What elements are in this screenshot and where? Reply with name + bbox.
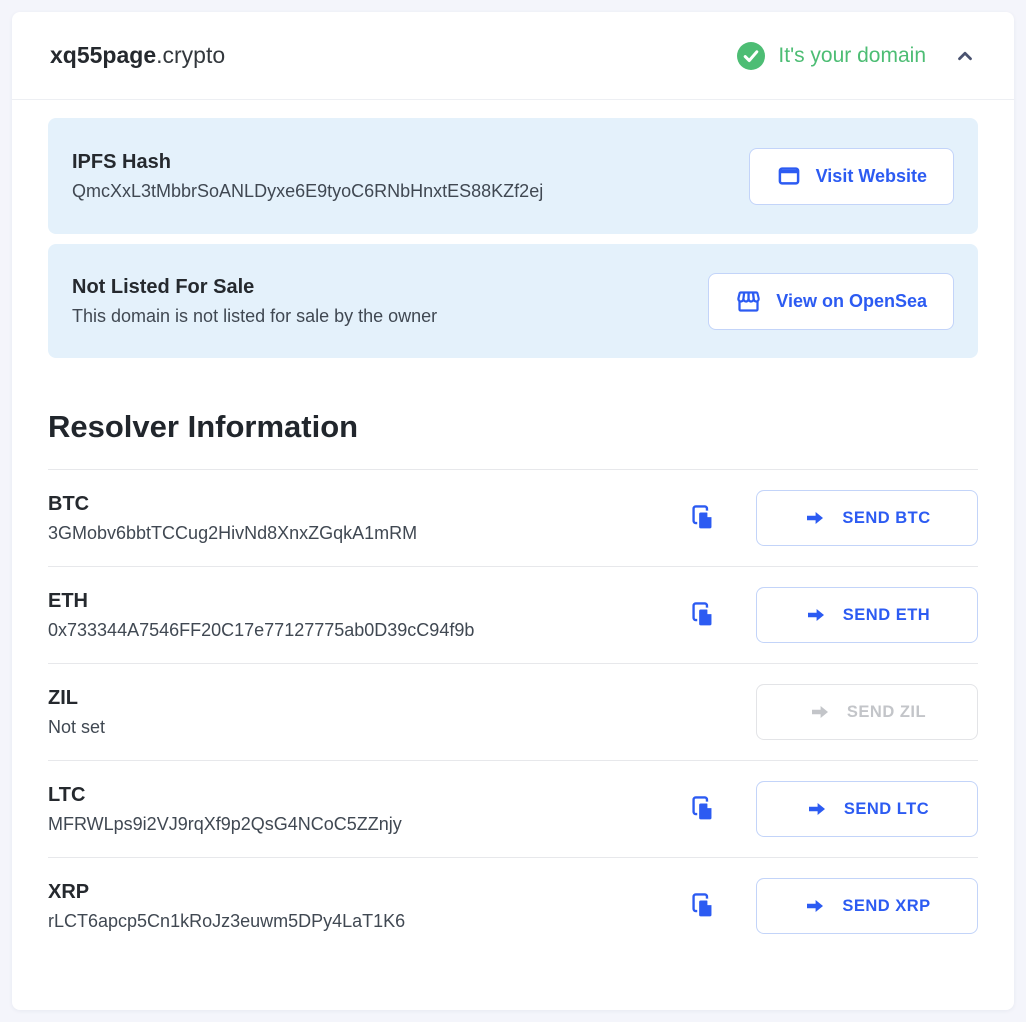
currency-address: Not set [48, 717, 756, 738]
ownership-status: It's your domain [737, 42, 976, 70]
currency-label: ETH [48, 590, 688, 613]
send-ltc-button[interactable]: SEND LTC [756, 781, 978, 837]
copy-btc-address-button[interactable] [688, 503, 718, 533]
arrow-right-icon [808, 700, 832, 724]
copy-ltc-address-button[interactable] [688, 794, 718, 824]
copy-icon [688, 600, 718, 630]
send-button-label: SEND LTC [844, 800, 929, 819]
resolver-row-zil: ZIL Not set SEND ZIL [48, 663, 978, 760]
currency-label: BTC [48, 493, 688, 516]
view-on-opensea-label: View on OpenSea [776, 291, 927, 312]
ipfs-hash-title: IPFS Hash [72, 151, 729, 174]
arrow-right-icon [804, 603, 828, 627]
currency-info: ZIL Not set [48, 687, 756, 738]
currency-address: 0x733344A7546FF20C17e77127775ab0D39cC94f… [48, 620, 688, 641]
resolver-row-xrp: XRP rLCT6apcp5Cn1kRoJz3euwm5DPy4LaT1K6 [48, 857, 978, 954]
send-zil-button-disabled: SEND ZIL [756, 684, 978, 740]
view-on-opensea-button[interactable]: View on OpenSea [708, 273, 954, 330]
arrow-right-icon [805, 797, 829, 821]
copy-icon [688, 503, 718, 533]
sale-status-title: Not Listed For Sale [72, 276, 688, 299]
ipfs-hash-info: IPFS Hash QmcXxL3tMbbrSoANLDyxe6E9tyoC6R… [72, 151, 749, 202]
domain-name: xq55page [50, 42, 156, 68]
visit-website-button[interactable]: Visit Website [749, 148, 954, 205]
domain-tld: .crypto [156, 42, 225, 68]
copy-icon [688, 891, 718, 921]
sale-status-description: This domain is not listed for sale by th… [72, 306, 688, 327]
currency-info: BTC 3GMobv6bbtTCCug2HivNd8XnxZGqkA1mRM [48, 493, 688, 544]
arrow-right-icon [803, 894, 827, 918]
status-text: It's your domain [778, 44, 926, 68]
card-content: IPFS Hash QmcXxL3tMbbrSoANLDyxe6E9tyoC6R… [12, 100, 1014, 1010]
send-button-label: SEND BTC [842, 509, 930, 528]
resolver-heading: Resolver Information [48, 408, 978, 445]
sale-status-info: Not Listed For Sale This domain is not l… [72, 276, 708, 327]
send-xrp-button[interactable]: SEND XRP [756, 878, 978, 934]
currency-address: rLCT6apcp5Cn1kRoJz3euwm5DPy4LaT1K6 [48, 911, 688, 932]
copy-eth-address-button[interactable] [688, 600, 718, 630]
currency-label: ZIL [48, 687, 756, 710]
card-header: xq55page.crypto It's your domain [12, 12, 1014, 100]
copy-icon [688, 794, 718, 824]
sale-status-card: Not Listed For Sale This domain is not l… [48, 244, 978, 358]
ipfs-hash-value: QmcXxL3tMbbrSoANLDyxe6E9tyoC6RNbHnxtES88… [72, 181, 729, 202]
resolver-row-eth: ETH 0x733344A7546FF20C17e77127775ab0D39c… [48, 566, 978, 663]
currency-label: LTC [48, 784, 688, 807]
send-button-label: SEND XRP [842, 897, 930, 916]
resolver-row-btc: BTC 3GMobv6bbtTCCug2HivNd8XnxZGqkA1mRM [48, 469, 978, 566]
send-eth-button[interactable]: SEND ETH [756, 587, 978, 643]
domain-card: xq55page.crypto It's your domain [12, 12, 1014, 1010]
copy-xrp-address-button[interactable] [688, 891, 718, 921]
currency-label: XRP [48, 881, 688, 904]
currency-address: MFRWLps9i2VJ9rqXf9p2QsG4NCoC5ZZnjy [48, 814, 688, 835]
currency-address: 3GMobv6bbtTCCug2HivNd8XnxZGqkA1mRM [48, 523, 688, 544]
page-title: xq55page.crypto [50, 42, 225, 69]
browser-window-icon [776, 163, 802, 189]
chevron-up-icon [954, 45, 976, 67]
collapse-button[interactable] [954, 45, 976, 67]
check-circle-icon [737, 42, 765, 70]
resolver-row-ltc: LTC MFRWLps9i2VJ9rqXf9p2QsG4NCoC5ZZnjy [48, 760, 978, 857]
currency-info: LTC MFRWLps9i2VJ9rqXf9p2QsG4NCoC5ZZnjy [48, 784, 688, 835]
currency-info: XRP rLCT6apcp5Cn1kRoJz3euwm5DPy4LaT1K6 [48, 881, 688, 932]
arrow-right-icon [803, 506, 827, 530]
send-button-label: SEND ETH [843, 606, 930, 625]
ipfs-hash-card: IPFS Hash QmcXxL3tMbbrSoANLDyxe6E9tyoC6R… [48, 118, 978, 234]
send-btc-button[interactable]: SEND BTC [756, 490, 978, 546]
currency-info: ETH 0x733344A7546FF20C17e77127775ab0D39c… [48, 590, 688, 641]
resolver-rows: BTC 3GMobv6bbtTCCug2HivNd8XnxZGqkA1mRM [48, 469, 978, 954]
send-button-label: SEND ZIL [847, 703, 926, 722]
storefront-icon [735, 288, 762, 315]
visit-website-label: Visit Website [816, 166, 927, 187]
